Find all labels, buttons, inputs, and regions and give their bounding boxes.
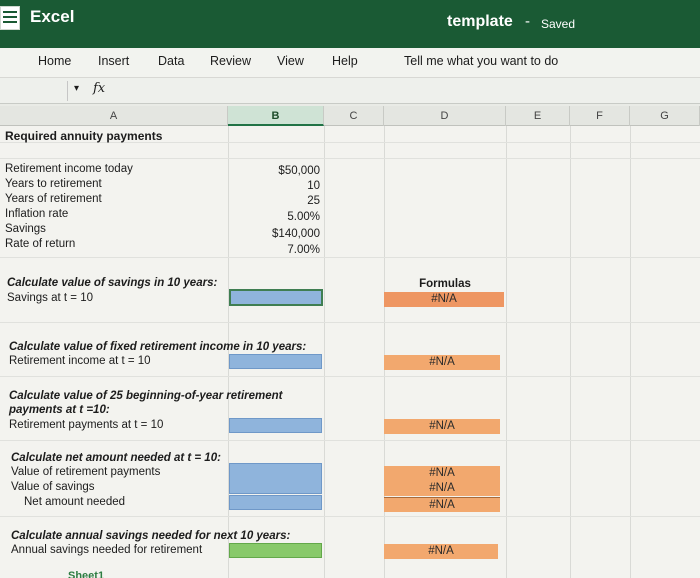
app-name[interactable]: Excel [30,7,74,27]
input-cell[interactable] [229,418,322,433]
gridline [0,322,700,323]
tab-data[interactable]: Data [158,54,184,68]
input-cell[interactable] [229,354,322,369]
column-header-c[interactable]: C [324,106,384,126]
section-heading[interactable]: Calculate value of fixed retirement inco… [9,340,306,355]
column-header-e[interactable]: E [506,106,570,126]
gridline [0,376,700,377]
section-heading[interactable]: Calculate value of 25 beginning-of-year … [9,389,283,404]
gridline [570,126,571,578]
row-label[interactable]: Net amount needed [24,495,125,510]
input-label[interactable]: Inflation rate [5,207,68,222]
app-grid-icon[interactable] [0,6,20,30]
row-label[interactable]: Value of retirement payments [11,465,160,480]
section-heading[interactable]: Calculate annual savings needed for next… [11,529,290,544]
tab-help[interactable]: Help [332,54,358,68]
ribbon-tabs: Home Insert Data Review View Help Tell m… [0,48,700,78]
input-value[interactable]: $50,000 [230,164,320,179]
gridline [0,440,700,441]
input-label[interactable]: Savings [5,222,46,237]
formula-cell[interactable]: #N/A [384,497,500,512]
tab-home[interactable]: Home [38,54,71,68]
column-header-g[interactable]: G [630,106,700,126]
input-value[interactable]: 10 [230,179,320,194]
gridline [324,126,325,578]
section-heading[interactable]: Calculate net amount needed at t = 10: [11,451,221,466]
formula-cell[interactable]: #N/A [384,466,500,481]
gridline [0,257,700,258]
column-header-d[interactable]: D [384,106,506,126]
row-label[interactable]: Retirement income at t = 10 [9,354,151,369]
gridline [0,158,700,159]
input-value[interactable]: 25 [230,194,320,209]
formula-cell[interactable]: #N/A [384,292,504,307]
formula-input[interactable] [112,81,697,101]
input-label[interactable]: Rate of return [5,237,75,252]
gridline [630,126,631,578]
tab-view[interactable]: View [277,54,304,68]
tab-review[interactable]: Review [210,54,251,68]
formula-cell[interactable]: #N/A [384,481,500,496]
row-label[interactable]: Value of savings [11,480,95,495]
column-headers: A B C D E F G [0,106,700,126]
spreadsheet-grid[interactable]: Required annuity payments Retirement inc… [0,126,700,578]
input-value[interactable]: $140,000 [230,227,320,242]
formula-cell[interactable]: #N/A [384,355,500,370]
input-value[interactable]: 7.00% [230,243,320,258]
input-label[interactable]: Years of retirement [5,192,102,207]
section-heading[interactable]: payments at t =10: [9,403,110,418]
input-cell[interactable] [229,495,322,510]
row-label[interactable]: Annual savings needed for retirement [11,543,202,558]
selected-input-cell[interactable] [229,289,323,306]
input-label[interactable]: Retirement income today [5,162,133,177]
chevron-down-icon[interactable]: ▾ [74,83,79,94]
save-status: Saved [541,17,576,31]
section-heading[interactable]: Calculate value of savings in 10 years: [7,276,217,291]
input-value[interactable]: 5.00% [230,210,320,225]
title-bar: Excel template - Saved [0,0,700,48]
gridline [0,516,700,517]
gridline [506,126,507,578]
row-label[interactable]: Savings at t = 10 [7,291,93,306]
column-header-b[interactable]: B [228,106,324,126]
tab-insert[interactable]: Insert [98,54,129,68]
sheet-tab[interactable]: Sheet1 [68,570,104,578]
tell-me-search[interactable]: Tell me what you want to do [404,54,558,68]
column-header-a[interactable]: A [0,106,228,126]
title-separator: - [525,13,530,30]
sheet-title[interactable]: Required annuity payments [5,129,162,144]
column-header-f[interactable]: F [570,106,630,126]
function-icon[interactable]: fx [93,81,105,96]
formula-bar: ▾ fx [0,78,700,104]
input-label[interactable]: Years to retirement [5,177,102,192]
name-box[interactable] [0,81,68,101]
row-label[interactable]: Retirement payments at t = 10 [9,418,163,433]
formulas-header[interactable]: Formulas [384,277,506,292]
input-cell[interactable] [229,543,322,558]
formula-cell[interactable]: #N/A [384,544,498,559]
input-cell[interactable] [229,463,322,494]
formula-cell[interactable]: #N/A [384,419,500,434]
document-name[interactable]: template [447,13,513,31]
